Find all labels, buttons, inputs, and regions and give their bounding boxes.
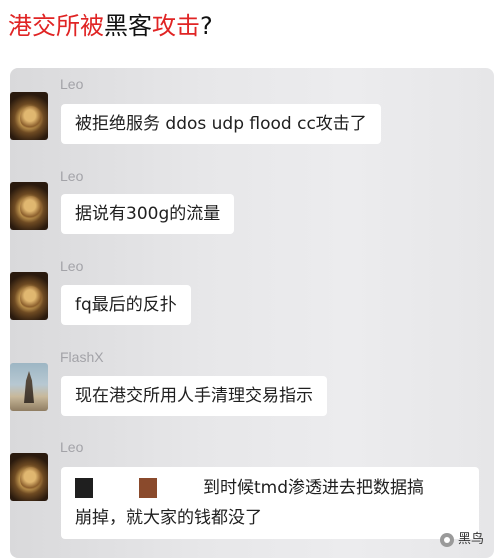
flashx-avatar[interactable]: [10, 363, 48, 411]
sender-name: Leo: [60, 439, 84, 455]
headline-part-1: 港交所被: [8, 12, 104, 40]
headline: 港交所被黑客攻击?: [8, 6, 213, 46]
headline-part-3: 攻击: [152, 12, 200, 40]
leo-avatar[interactable]: [10, 453, 48, 501]
message-bubble[interactable]: fq最后的反扑: [61, 285, 191, 325]
sender-name: Leo: [60, 168, 84, 184]
message-bubble[interactable]: 到时候tmd渗透进去把数据搞 崩掉，就大家的钱都没了: [61, 467, 479, 539]
leo-avatar[interactable]: [10, 272, 48, 320]
leo-avatar[interactable]: [10, 92, 48, 140]
message-bubble[interactable]: 被拒绝服务 ddos udp flood cc攻击了: [61, 104, 381, 144]
sender-name: Leo: [60, 76, 84, 92]
message-line-1: 到时候tmd渗透进去把数据搞: [75, 473, 465, 503]
message-text: 到时候tmd渗透进去把数据搞: [203, 478, 425, 498]
message-bubble[interactable]: 据说有300g的流量: [61, 194, 235, 234]
headline-part-4: ?: [200, 12, 213, 40]
sender-name: Leo: [60, 258, 84, 274]
redaction-block: [75, 478, 93, 498]
watermark-text: 黑鸟: [458, 532, 485, 547]
redaction-block: [139, 478, 157, 498]
watermark: 黑鸟: [440, 528, 484, 547]
sender-name: FlashX: [60, 349, 104, 365]
headline-part-2: 黑客: [104, 12, 152, 40]
message-line-2: 崩掉，就大家的钱都没了: [75, 508, 262, 528]
chat-screenshot: Leo 被拒绝服务 ddos udp flood cc攻击了 Leo 据说有30…: [10, 68, 494, 558]
wechat-icon: [440, 532, 454, 547]
leo-avatar[interactable]: [10, 182, 48, 230]
message-bubble[interactable]: 现在港交所用人手清理交易指示: [61, 376, 327, 416]
